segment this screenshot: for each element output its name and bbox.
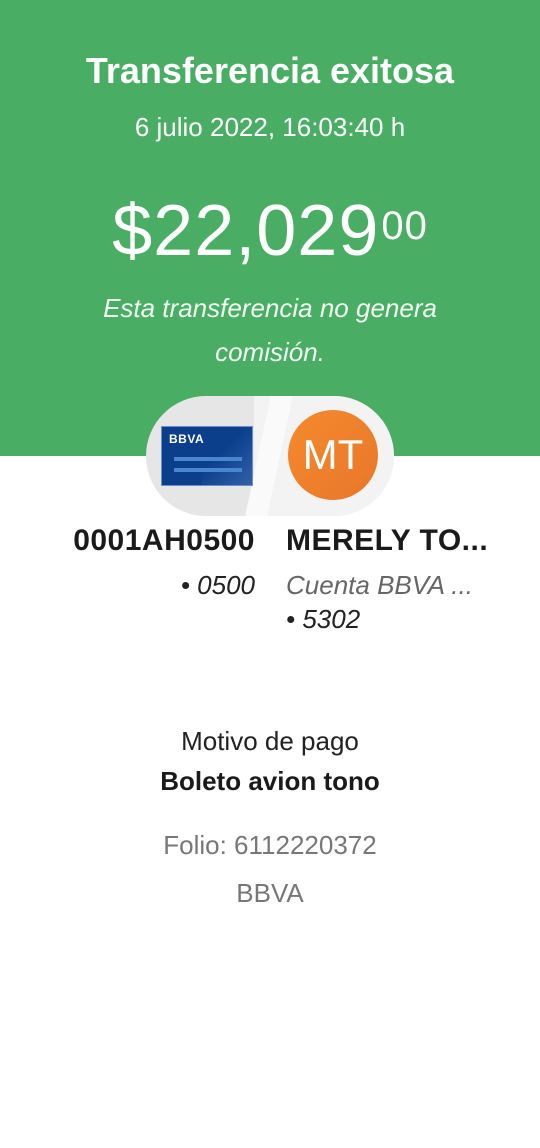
origin-account-number: • 0500 — [180, 570, 255, 600]
amount-cents: 00 — [381, 204, 428, 248]
folio-number: Folio: 6112220372 — [163, 830, 377, 860]
transfer-datetime: 6 julio 2022, 16:03:40 h — [134, 112, 406, 142]
payment-reason-value: Boleto avion tono — [160, 766, 380, 796]
recipient-account-number: • 5302 — [286, 604, 361, 634]
page-title: Transferencia exitosa — [85, 50, 455, 91]
commission-note: Esta transferencia no genera comisión. — [103, 293, 437, 367]
transfer-amount: $22,02900 — [0, 190, 540, 272]
transfer-parties-badge: BBVA MT — [146, 396, 394, 516]
bbva-card-icon: BBVA — [161, 426, 253, 486]
bank-name: BBVA — [236, 878, 304, 908]
amount-main: $22,029 — [112, 191, 380, 271]
recipient-bank: Cuenta BBVA ... — [286, 570, 473, 600]
card-brand-label: BBVA — [169, 432, 205, 446]
origin-account-name: 0001AH0500 — [73, 524, 255, 557]
success-header: Transferencia exitosa 6 julio 2022, 16:0… — [0, 0, 540, 456]
recipient-avatar: MT — [288, 410, 378, 500]
recipient-name: MERELY TO... — [286, 524, 489, 557]
payment-reason-label: Motivo de pago — [181, 726, 359, 756]
